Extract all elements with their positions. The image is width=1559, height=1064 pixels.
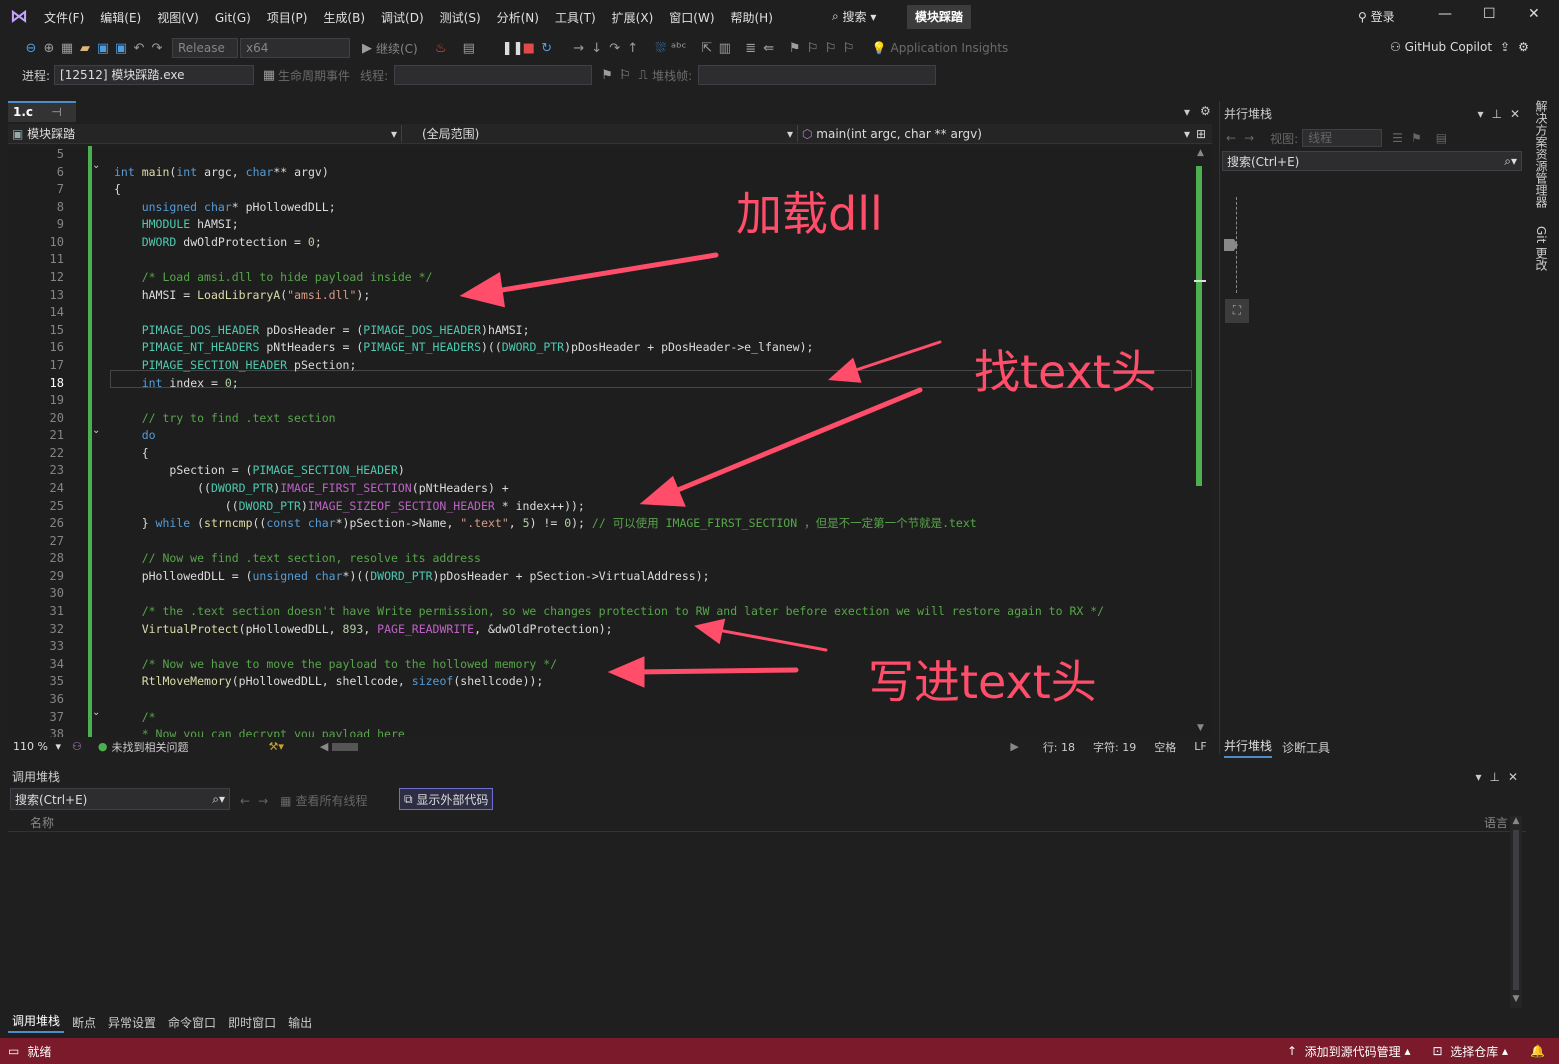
threads-icon: ▦ (280, 793, 292, 808)
parallel-toolbar: ← → 视图: 线程 ☰ ⚑ ▤ (1226, 129, 1447, 147)
brush-icon[interactable]: ⚒▾ (268, 740, 283, 753)
arrow-find-text-2 (665, 387, 923, 497)
tab-output[interactable]: 输出 (288, 1014, 312, 1031)
tab-breakpoints[interactable]: 断点 (72, 1014, 96, 1031)
parallel-bottom-tabs: 并行堆栈 诊断工具 (1224, 737, 1330, 758)
arrow-write-text-1 (716, 628, 828, 652)
fit-zoom-icon[interactable]: ⛶ (1225, 299, 1249, 323)
tab-parallel-stacks[interactable]: 并行堆栈 (1224, 737, 1273, 758)
arrow-find-text-1 (848, 340, 942, 374)
column-indicator[interactable]: 字符: 19 (1093, 739, 1136, 755)
select-repository-button[interactable]: ⊡ 选择仓库 ▴ (1433, 1043, 1509, 1060)
layout-icon[interactable]: ▤ (1436, 131, 1447, 145)
search-icon: ⌕▾ (212, 791, 225, 806)
arrowhead-write-text-2 (607, 656, 645, 688)
pin-icon[interactable]: ⊥ (1491, 107, 1501, 121)
panel-title: 并行堆栈 (1224, 107, 1273, 121)
copilot-status-icon[interactable]: ⚇ (72, 740, 82, 753)
arrow-up-icon: ↑ (1286, 1044, 1305, 1058)
side-tabs: 解决方案资源管理器 Git 更改 (1532, 100, 1550, 271)
tab-exception-settings[interactable]: 异常设置 (108, 1014, 156, 1031)
pin-icon[interactable]: ⊥ (1489, 770, 1499, 784)
forward-icon[interactable]: → (1244, 131, 1254, 145)
call-stack-scrollbar[interactable]: ▲ ▼ (1510, 816, 1522, 1008)
back-icon[interactable]: ← (1226, 131, 1236, 145)
arrowhead-find-text-1 (827, 357, 862, 383)
call-stack-columns: 名称 语言 (8, 814, 1526, 832)
parallel-search-input[interactable]: 搜索(Ctrl+E) ⌕▾ (1222, 151, 1522, 171)
flag-icon[interactable]: ⚑ (1411, 131, 1422, 145)
call-stack-header: 调用堆栈 ▾ ⊥ ✕ (12, 768, 1522, 785)
filter-icon[interactable]: ☰ (1392, 131, 1403, 145)
tab-command-window[interactable]: 命令窗口 (168, 1014, 216, 1031)
scrollbar-thumb[interactable] (1513, 830, 1519, 990)
search-icon: ⌕▾ (1504, 153, 1517, 168)
issues-status[interactable]: 未找到相关问题 (111, 739, 188, 755)
close-panel-icon[interactable]: ✕ (1508, 770, 1518, 784)
zoom-select[interactable]: 110 % ▾ (8, 738, 66, 755)
tab-immediate-window[interactable]: 即时窗口 (228, 1014, 276, 1031)
column-language[interactable]: 语言 (1484, 814, 1508, 831)
view-all-threads-button[interactable]: 查看所有线程 (295, 792, 367, 809)
forward-icon[interactable]: → (258, 794, 268, 808)
external-code-icon: ⧉ (404, 791, 417, 806)
tab-call-stack[interactable]: 调用堆栈 (8, 1012, 65, 1033)
horizontal-scroll-thumb[interactable] (332, 742, 359, 751)
call-stack-search-input[interactable]: 搜索(Ctrl+E) ⌕▾ (10, 788, 230, 810)
panel-title: 调用堆栈 (12, 770, 61, 784)
arrow-load-dll (487, 252, 719, 295)
check-icon: ● (97, 740, 108, 753)
ready-icon: ▭ (8, 1044, 20, 1058)
tab-diagnostic-tools[interactable]: 诊断工具 (1282, 739, 1330, 756)
parallel-stacks-header: 并行堆栈 ▾ ⊥ ✕ (1224, 105, 1524, 122)
editor-status-bar: 110 % ▾ ⚇ ● 未找到相关问题 ⚒▾ ◀ ▶ 行: 18 字符: 19 空… (8, 738, 1212, 755)
arrowhead-load-dll (459, 271, 506, 308)
view-select[interactable]: 线程 (1302, 129, 1383, 147)
whitespace-indicator[interactable]: 空格 (1154, 739, 1176, 755)
notifications-icon[interactable]: 🔔 (1530, 1044, 1545, 1058)
chevron-up-icon: ▴ (1400, 1044, 1411, 1058)
line-indicator[interactable]: 行: 18 (1043, 739, 1075, 755)
tab-solution-explorer[interactable]: 解决方案资源管理器 (1534, 100, 1548, 208)
show-external-code-button[interactable]: ⧉ 显示外部代码 (399, 788, 494, 810)
view-label: 视图: (1270, 131, 1299, 146)
bottom-tool-tabs: 调用堆栈 断点 异常设置 命令窗口 即时窗口 输出 (8, 1012, 1526, 1033)
back-icon[interactable]: ← (240, 794, 250, 808)
repository-icon: ⊡ (1432, 1044, 1451, 1058)
scroll-right-icon[interactable]: ▶ (1010, 740, 1018, 753)
close-panel-icon[interactable]: ✕ (1510, 107, 1520, 121)
chevron-up-icon: ▴ (1498, 1044, 1509, 1058)
status-bar: ▭ 就绪 ↑ 添加到源代码管理 ▴ ⊡ 选择仓库 ▴ 🔔 (0, 1038, 1559, 1064)
line-ending-indicator[interactable]: LF (1194, 740, 1206, 753)
arrowhead-write-text-1 (694, 618, 726, 645)
call-stack-toolbar: ← → ▦ 查看所有线程 (240, 792, 367, 809)
scroll-left-icon[interactable]: ◀ (320, 740, 328, 753)
arrowhead-find-text-2 (639, 475, 686, 507)
parallel-stacks-panel: 并行堆栈 ▾ ⊥ ✕ ← → 视图: 线程 ☰ ⚑ ▤ 搜索(Ctrl+E) ⌕… (1219, 101, 1525, 758)
column-name[interactable]: 名称 (30, 814, 54, 831)
panel-menu-icon[interactable]: ▾ (1477, 107, 1483, 121)
call-stack-panel: 调用堆栈 ▾ ⊥ ✕ 搜索(Ctrl+E) ⌕▾ ← → ▦ 查看所有线程 ⧉ … (8, 764, 1526, 1014)
add-to-source-control-button[interactable]: ↑ 添加到源代码管理 ▴ (1287, 1043, 1411, 1060)
arrow-write-text-2 (633, 667, 799, 675)
chevron-down-icon: ▾ (55, 739, 61, 753)
panel-menu-icon[interactable]: ▾ (1475, 770, 1481, 784)
status-text: 就绪 (27, 1044, 52, 1059)
tab-git-changes[interactable]: Git 更改 (1534, 226, 1548, 271)
